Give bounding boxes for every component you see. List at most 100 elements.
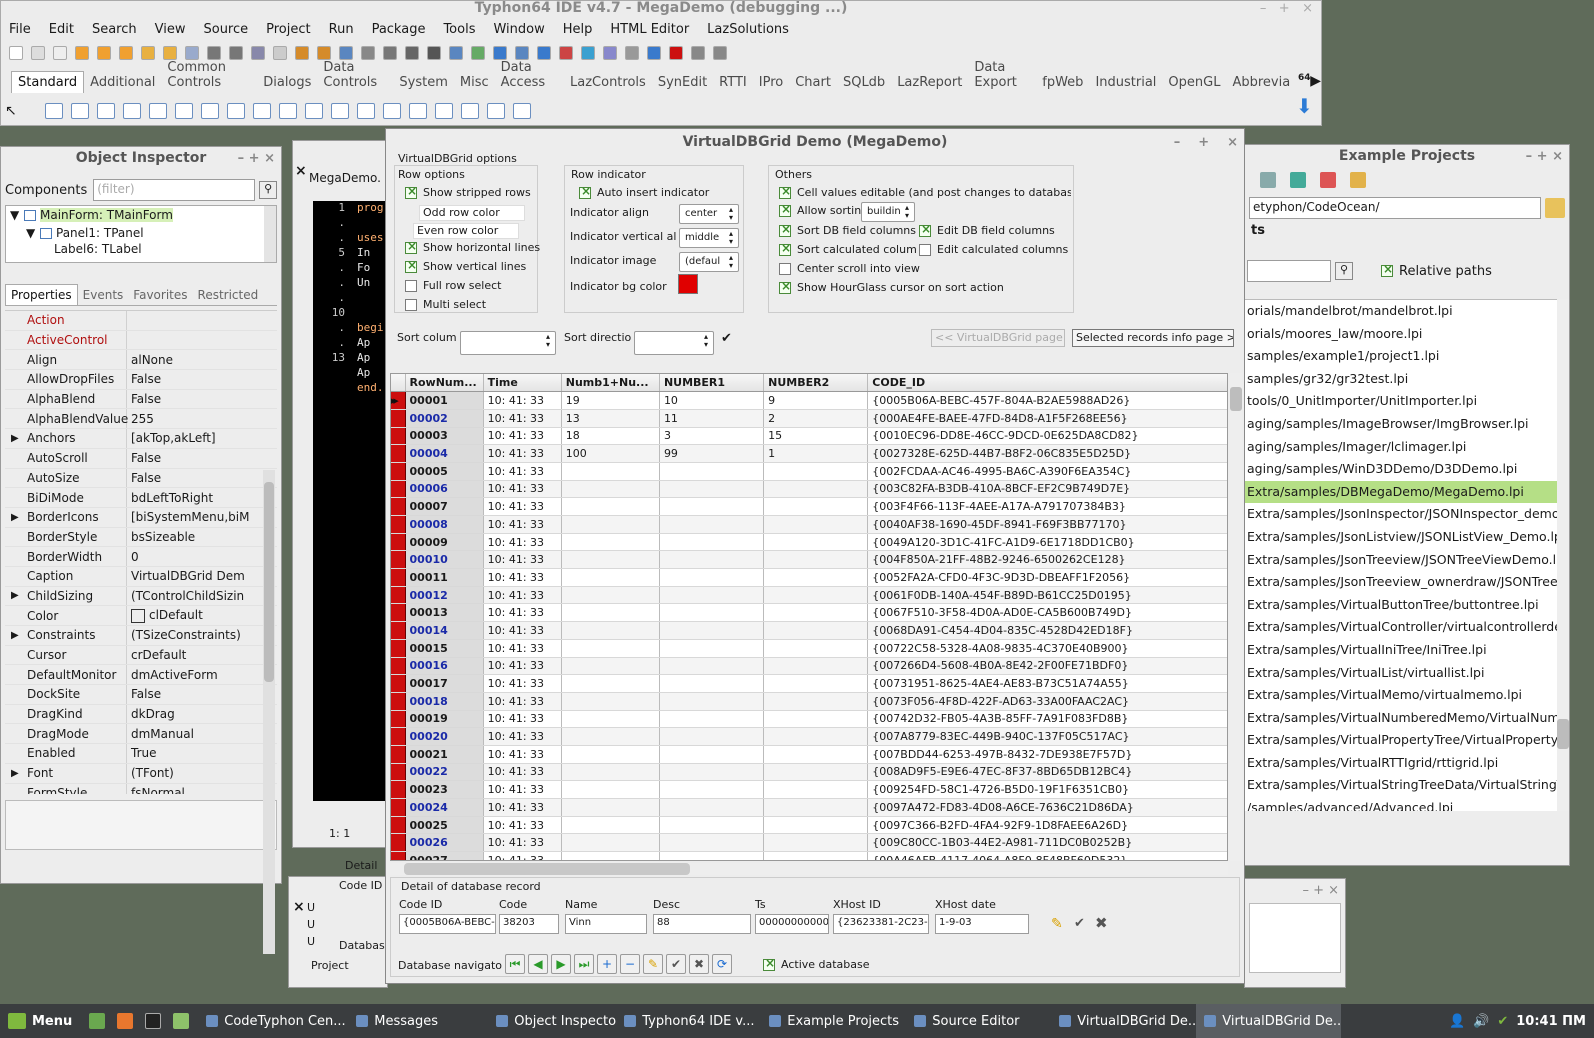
property-value[interactable]: dkDrag xyxy=(127,707,277,721)
menu-file[interactable]: File xyxy=(9,22,40,37)
grid-row[interactable]: 00003 10: 41: 33 18 3 15 {0010EC96-DD8E-46CC-… xyxy=(391,427,1227,446)
project-list-item[interactable]: /samples/advanced/Advanced.lpi xyxy=(1245,797,1557,811)
grid-cell[interactable]: 10: 41: 33 xyxy=(483,833,562,853)
odd-row-color-button[interactable]: Odd row color xyxy=(419,205,525,221)
grid-cell[interactable]: 10: 41: 33 xyxy=(483,568,562,587)
ep-filter-input[interactable] xyxy=(1247,260,1331,282)
indicator-valign-select[interactable]: middle xyxy=(679,228,739,248)
grid-cell[interactable] xyxy=(659,639,765,658)
sort-column-select[interactable] xyxy=(460,331,556,355)
palette-component-icon-15[interactable] xyxy=(435,103,453,119)
oi-tab-properties[interactable]: Properties xyxy=(5,284,78,305)
grid-cell[interactable]: {000AE4FE-BAEE-47FD-84D8-A1F5F268EE56} xyxy=(867,409,1227,428)
nav-next-icon[interactable]: ▶ xyxy=(551,954,571,974)
grid-cell[interactable]: {00A46AFB-4117-4064-A8F0-8F48BF60D532} xyxy=(867,851,1227,860)
row-indicator[interactable] xyxy=(391,639,406,658)
property-value[interactable]: True xyxy=(127,746,277,760)
hlines-checkbox[interactable] xyxy=(405,239,417,254)
grid-cell[interactable]: 10: 41: 33 xyxy=(483,657,562,676)
grid-cell[interactable] xyxy=(763,639,869,658)
property-value[interactable]: False xyxy=(127,687,277,701)
palette-component-icon-4[interactable] xyxy=(149,103,167,119)
grid-cell[interactable]: 10: 41: 33 xyxy=(483,763,562,782)
grid-cell[interactable] xyxy=(561,851,660,860)
browser-icon[interactable] xyxy=(117,1013,134,1029)
menu-run[interactable]: Run xyxy=(329,22,363,37)
grid-cell[interactable] xyxy=(763,586,869,605)
grid-cell[interactable] xyxy=(763,851,869,860)
grid-cell[interactable]: 00018 xyxy=(405,692,484,711)
palette-component-icon-18[interactable] xyxy=(513,103,531,119)
menu-help[interactable]: Help xyxy=(563,22,602,37)
row-indicator[interactable] xyxy=(391,497,406,516)
grid-cell[interactable]: {0052FA2A-CFD0-4F3C-9D3D-DBEAFF1F2056} xyxy=(867,568,1227,587)
expand-arrow-icon[interactable]: ▶ xyxy=(11,512,19,523)
files-icon[interactable] xyxy=(173,1013,190,1029)
toolbar-icon-18[interactable] xyxy=(405,46,419,60)
row-indicator[interactable]: ▶▶ xyxy=(391,391,406,410)
grid-cell[interactable] xyxy=(659,515,765,534)
menu-view[interactable]: View xyxy=(155,22,195,37)
grid-cell[interactable]: 10: 41: 33 xyxy=(483,427,562,446)
grid-cell[interactable] xyxy=(763,745,869,764)
grid-hscrollbar[interactable] xyxy=(390,863,1228,875)
nav-insert-icon[interactable]: + xyxy=(597,954,617,974)
start-menu-button[interactable]: Menu xyxy=(0,1004,80,1038)
grid-cell[interactable]: 10: 41: 33 xyxy=(483,851,562,860)
grid-cell[interactable]: {0010EC96-DD8E-46CC-9DCD-0E625DA8CD82} xyxy=(867,427,1227,446)
toolbar-icon-30[interactable] xyxy=(669,46,683,60)
grid-cell[interactable]: 00003 xyxy=(405,427,484,446)
sorting-mode-select[interactable]: buildin xyxy=(861,202,915,222)
property-row[interactable]: DefaultMonitor dmActiveForm xyxy=(5,665,277,686)
row-indicator[interactable] xyxy=(391,533,406,552)
toolbar-icon-20[interactable] xyxy=(449,46,463,60)
detail-field-input[interactable]: {23623381-2C23-4I xyxy=(833,914,929,934)
oi-tab-favorites[interactable]: Favorites xyxy=(128,285,192,305)
grid-cell[interactable] xyxy=(561,674,660,693)
grid-cell[interactable] xyxy=(763,515,869,534)
ep-filter-icon[interactable]: ⚲ xyxy=(1335,262,1353,280)
toolbar-icon-2[interactable] xyxy=(53,46,67,60)
palette-tab-abbrevia[interactable]: Abbrevia xyxy=(1226,72,1296,93)
grid-cell[interactable]: 15 xyxy=(763,427,869,446)
property-row[interactable]: AutoSize False xyxy=(5,468,277,489)
palette-tab-additional[interactable]: Additional xyxy=(84,72,161,93)
menu-project[interactable]: Project xyxy=(266,22,319,37)
edit-calc-checkbox[interactable] xyxy=(919,244,931,256)
grid-cell[interactable]: {002FCDAA-AC46-4995-BA6C-A390F6EA354C} xyxy=(867,462,1227,481)
menu-search[interactable]: Search xyxy=(92,22,146,37)
grid-row[interactable]: 00002 10: 41: 33 13 11 2 {000AE4FE-BAEE-47FD-… xyxy=(391,409,1227,428)
filter-icon[interactable]: ⚲ xyxy=(259,181,277,199)
grid-column-header[interactable]: Numb1+Nu... xyxy=(561,374,660,393)
grid-cell[interactable] xyxy=(659,692,765,711)
grid-cell[interactable]: 00026 xyxy=(405,833,484,853)
grid-cell[interactable]: 00004 xyxy=(405,444,484,463)
project-list-item[interactable]: Extra/samples/VirtualButtonTree/buttontr… xyxy=(1245,594,1557,617)
grid-cell[interactable]: {00731951-8625-4AE4-AE83-B73C51A74A55} xyxy=(867,674,1227,693)
grid-cell[interactable] xyxy=(763,657,869,676)
grid-cell[interactable]: 00017 xyxy=(405,674,484,693)
palette-tab-dialogs[interactable]: Dialogs xyxy=(257,72,317,93)
property-row[interactable]: DragMode dmManual xyxy=(5,724,277,745)
grid-cell[interactable]: 10: 41: 33 xyxy=(483,550,562,570)
property-row[interactable]: BiDiMode bdLeftToRight xyxy=(5,488,277,508)
taskbar-item[interactable]: Messages xyxy=(348,1004,488,1038)
grid-row[interactable]: 00017 10: 41: 33 {00731951-8625-4AE4-AE83-… xyxy=(391,674,1227,693)
auto-insert-checkbox[interactable] xyxy=(579,184,591,199)
grid-cell[interactable]: 99 xyxy=(659,444,765,463)
menu-lazsolutions[interactable]: LazSolutions xyxy=(707,22,798,37)
grid-row[interactable]: 00020 10: 41: 33 {007A8779-83EC-449B-940C-… xyxy=(391,727,1227,746)
grid-vscrollbar[interactable] xyxy=(1230,373,1242,861)
project-list-item[interactable]: aging/samples/Imager/lclimager.lpi xyxy=(1245,436,1557,459)
grid-cell[interactable]: 11 xyxy=(659,409,765,428)
grid-cell[interactable]: 10: 41: 33 xyxy=(483,621,562,640)
pointer-tool-icon[interactable]: ↖ xyxy=(5,103,27,119)
grid-cell[interactable]: 00021 xyxy=(405,745,484,764)
detail-field-input[interactable]: {0005B06A-BEBC-45 xyxy=(399,914,496,934)
palette-component-icon-8[interactable] xyxy=(253,103,271,119)
property-row[interactable]: DragKind dkDrag xyxy=(5,704,277,725)
palette-tab-industrial[interactable]: Industrial xyxy=(1089,72,1162,93)
row-indicator[interactable] xyxy=(391,657,406,676)
taskbar-item[interactable]: Typhon64 IDE v... xyxy=(616,1004,761,1038)
property-row[interactable]: AutoScroll False xyxy=(5,448,277,469)
